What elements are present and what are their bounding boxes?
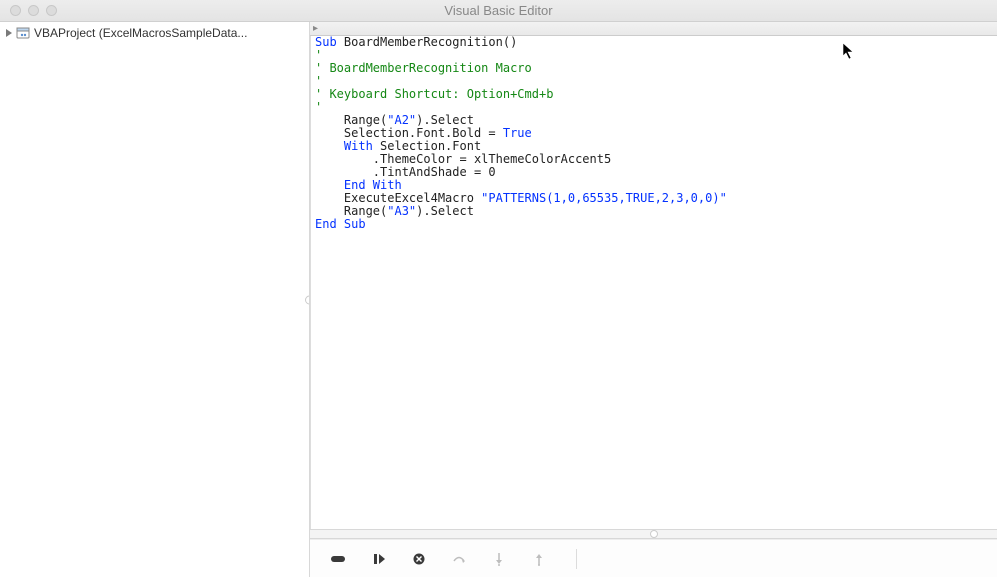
project-root-label: VBAProject (ExcelMacrosSampleData... bbox=[34, 26, 247, 40]
toolbar-separator bbox=[576, 549, 577, 569]
step-into-button[interactable] bbox=[490, 550, 508, 568]
titlebar: Visual Basic Editor bbox=[0, 0, 997, 22]
traffic-lights bbox=[0, 5, 57, 16]
editor-panel: ▸ Sub BoardMemberRecognition() ' ' Board… bbox=[310, 22, 997, 577]
run-button[interactable] bbox=[330, 550, 348, 568]
vba-project-icon bbox=[16, 26, 30, 40]
minimize-window-button[interactable] bbox=[28, 5, 39, 16]
vertical-splitter-handle[interactable] bbox=[305, 295, 310, 304]
procedure-marker-icon: ▸ bbox=[313, 23, 318, 34]
code-editor[interactable]: Sub BoardMemberRecognition() ' ' BoardMe… bbox=[310, 36, 997, 529]
immediate-splitter[interactable] bbox=[310, 529, 997, 539]
project-explorer: VBAProject (ExcelMacrosSampleData... bbox=[0, 22, 310, 577]
procedure-ruler: ▸ bbox=[310, 22, 997, 36]
step-over-button[interactable] bbox=[450, 550, 468, 568]
main-area: VBAProject (ExcelMacrosSampleData... ▸ S… bbox=[0, 22, 997, 577]
horizontal-splitter-handle[interactable] bbox=[650, 530, 658, 538]
pause-button[interactable] bbox=[370, 550, 388, 568]
window-title: Visual Basic Editor bbox=[0, 3, 997, 18]
step-out-button[interactable] bbox=[530, 550, 548, 568]
zoom-window-button[interactable] bbox=[46, 5, 57, 16]
stop-button[interactable] bbox=[410, 550, 428, 568]
code-text[interactable]: Sub BoardMemberRecognition() ' ' BoardMe… bbox=[311, 36, 997, 231]
disclosure-triangle-icon[interactable] bbox=[6, 29, 12, 37]
close-window-button[interactable] bbox=[10, 5, 21, 16]
project-root-item[interactable]: VBAProject (ExcelMacrosSampleData... bbox=[0, 22, 309, 44]
debug-toolbar bbox=[310, 539, 997, 577]
